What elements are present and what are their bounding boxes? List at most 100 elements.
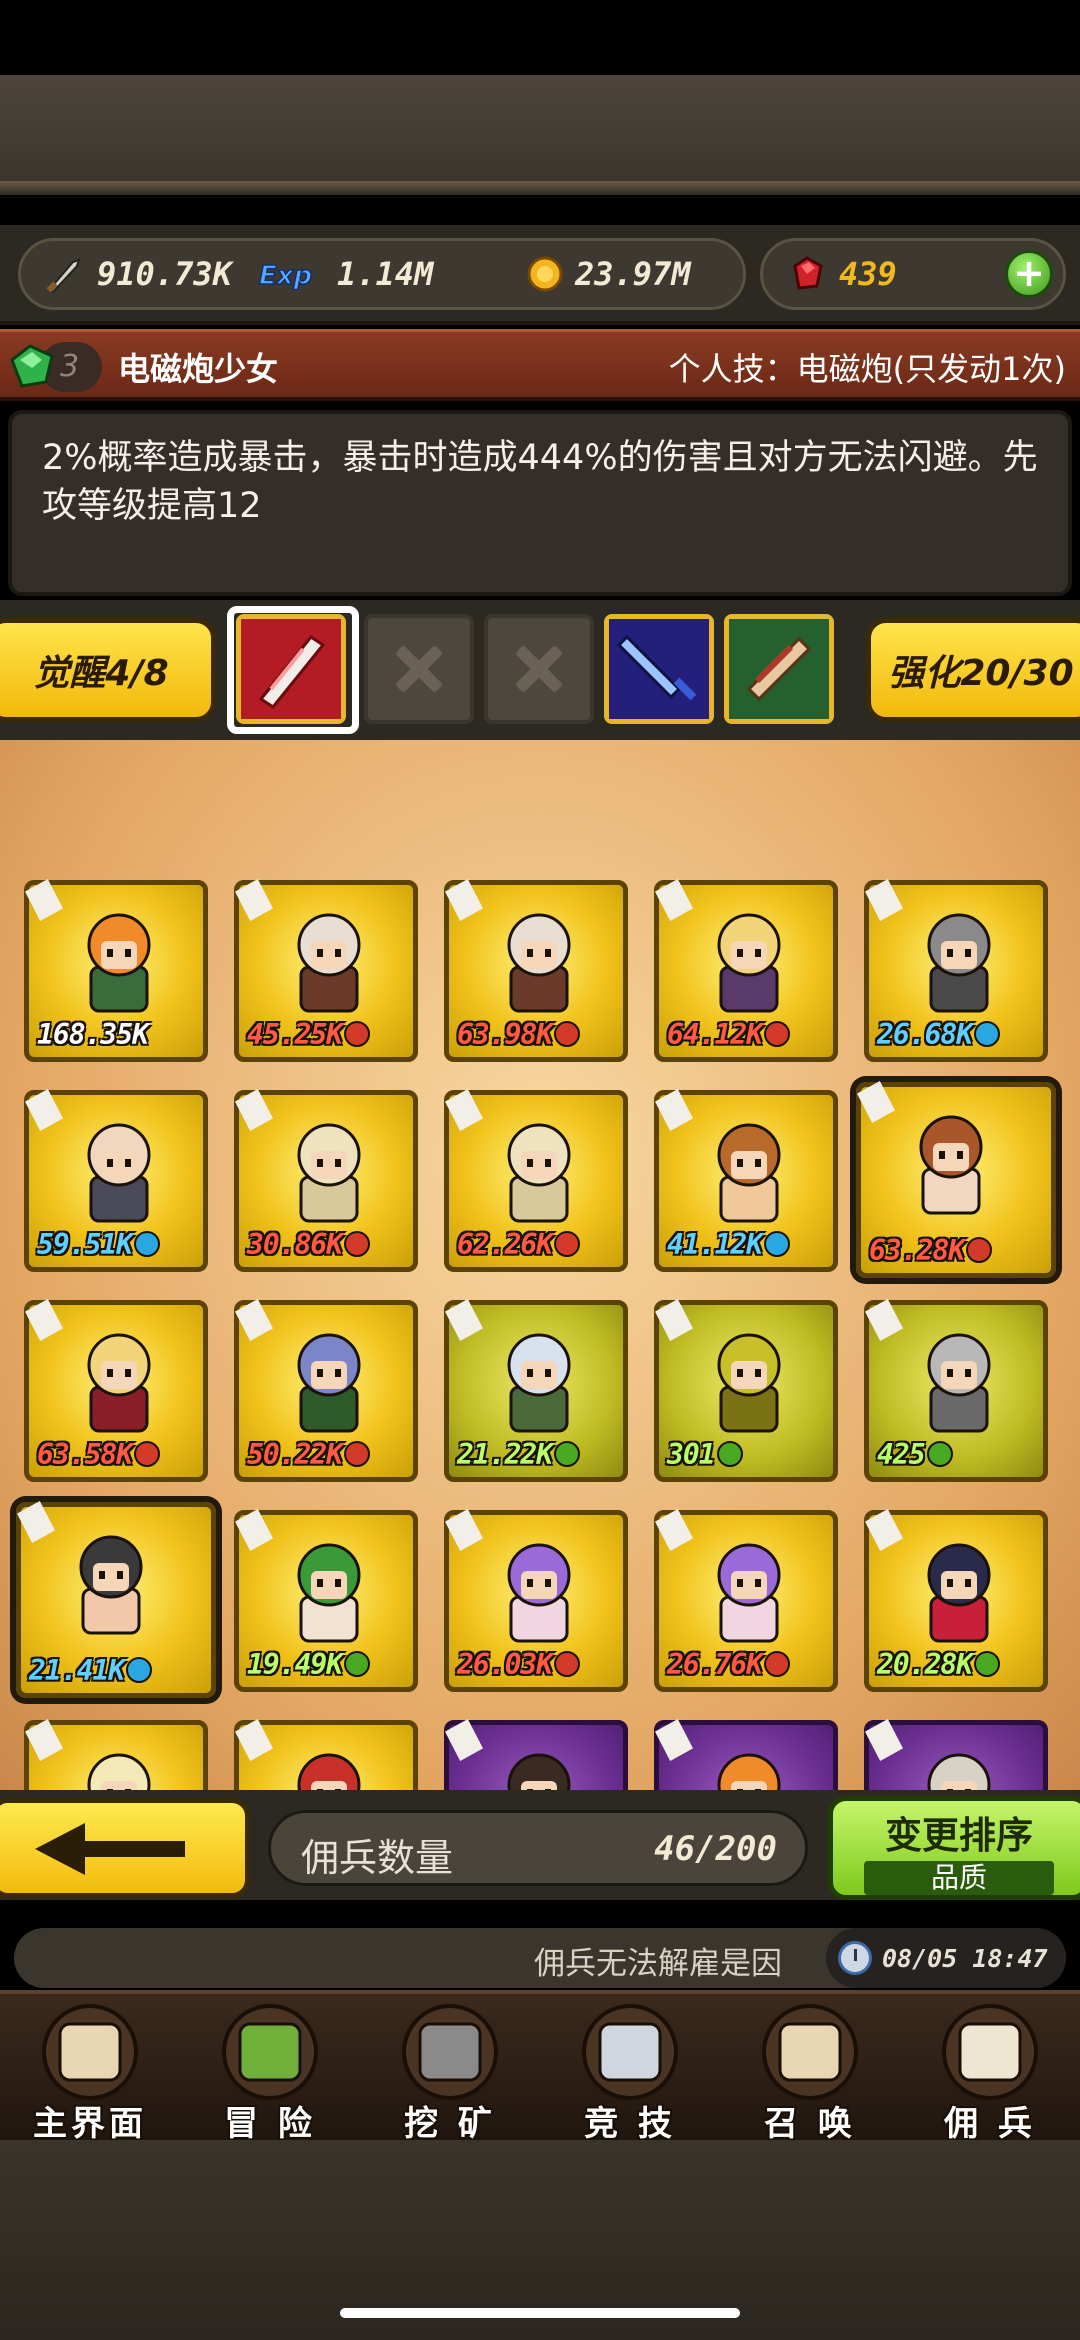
mercenary-power: 63.98K (457, 1018, 581, 1051)
mercenary-power: 64.12K (667, 1018, 791, 1051)
mercenary-card[interactable]: 26.68K (864, 879, 1048, 1062)
mercenary-card[interactable]: 301 (654, 1299, 838, 1482)
mercenary-portrait (927, 1753, 991, 1790)
clock-icon (838, 1941, 872, 1975)
mercenary-portrait (717, 1123, 781, 1223)
mercenary-portrait (507, 1333, 571, 1433)
nav-item[interactable]: 冒 险 (180, 1994, 360, 2144)
count-value: 46/200 (654, 1829, 777, 1869)
mercenary-portrait (507, 1543, 571, 1643)
mercenary-card[interactable]: 19.49K (234, 1509, 418, 1692)
mercenary-portrait (927, 913, 991, 1013)
bottom-navigation: 主界面 冒 险 挖 矿 竞 技 召 唤 佣 兵 (0, 1990, 1080, 2144)
mercenary-portrait (927, 1333, 991, 1433)
mercenary-card[interactable]: 64.12K (654, 879, 838, 1062)
equip-slot-4[interactable] (604, 614, 714, 724)
element-badge-icon (716, 1441, 743, 1467)
power-value: 63.28K (869, 1234, 965, 1267)
element-badge-icon (764, 1021, 791, 1047)
card-tag-icon (235, 1719, 273, 1761)
element-badge-icon (344, 1231, 371, 1257)
mercenary-power: 168.35K (37, 1018, 149, 1051)
nav-label: 主界面 (33, 2104, 147, 2144)
mercenary-card[interactable]: 30.86K (234, 1089, 418, 1272)
mercenary-portrait (717, 1543, 781, 1643)
equip-slot-2-empty[interactable] (364, 614, 474, 724)
mercenary-card[interactable]: 62.26K (444, 1089, 628, 1272)
mercenary-portrait (87, 1123, 151, 1223)
mercenary-card[interactable]: 346 (654, 1719, 838, 1790)
mercenary-card[interactable]: 21.41K (16, 1501, 216, 1698)
scroll-bundle-icon (729, 619, 829, 719)
mercenary-power: 59.51K (37, 1228, 161, 1261)
mercenary-portrait (297, 913, 361, 1013)
mercenary-power: 45.25K (247, 1018, 371, 1051)
equip-slot-3-empty[interactable] (484, 614, 594, 724)
power-value: 21.22K (457, 1438, 553, 1471)
mercenary-card[interactable]: 20.28K (864, 1509, 1048, 1692)
mercenary-card[interactable]: 59.51K (24, 1089, 208, 1272)
mercenary-card[interactable]: 26.76K (654, 1509, 838, 1692)
skill-header: 3 电磁炮少女 个人技：电磁炮(只发动1次) (0, 329, 1080, 401)
change-sort-button[interactable]: 变更排序 品质 (828, 1796, 1080, 1900)
attack-resource: 910.73K (43, 241, 232, 307)
nav-item[interactable]: 佣 兵 (900, 1994, 1080, 2144)
mercenary-portrait (87, 1753, 151, 1790)
power-value: 45.25K (247, 1018, 343, 1051)
awaken-button[interactable]: 觉醒4/8 (0, 618, 216, 722)
nav-item[interactable]: 主界面 (0, 1994, 180, 2144)
sword-icon (43, 252, 87, 296)
mercenary-portrait (297, 1753, 361, 1790)
mercenary-card[interactable]: 50.22K (234, 1299, 418, 1482)
enhance-button[interactable]: 强化20/30 (866, 618, 1080, 722)
home-indicator[interactable] (340, 2308, 740, 2318)
island-icon (210, 1996, 330, 2106)
nav-item[interactable]: 挖 矿 (360, 1994, 540, 2144)
nav-label: 挖 矿 (404, 2104, 496, 2144)
element-badge-icon (974, 1651, 1001, 1677)
mercenary-power: 21.22K (457, 1438, 581, 1471)
mercenary-card[interactable]: 21.22K (444, 1299, 628, 1482)
mercenary-card[interactable]: 406 (864, 1719, 1048, 1790)
mercenary-card[interactable]: 41.12K (654, 1089, 838, 1272)
time-display: 08/05 18:47 (826, 1928, 1066, 1988)
crossed-swords-icon (570, 1996, 690, 2106)
nav-item[interactable]: 召 唤 (720, 1994, 900, 2144)
mercenary-power: 26.68K (877, 1018, 1001, 1051)
mercenary-power: 41.12K (667, 1228, 791, 1261)
power-value: 301 (667, 1438, 716, 1471)
arrow-left-icon (35, 1823, 185, 1875)
mercenary-card[interactable]: 45.25K (234, 879, 418, 1062)
power-value: 425 (877, 1438, 926, 1471)
mercenary-card[interactable]: 63.28K (856, 1081, 1056, 1278)
card-tag-icon (655, 1089, 693, 1131)
mercenary-card[interactable]: 529 (444, 1719, 628, 1790)
mercenary-card[interactable]: 168.35K (24, 879, 208, 1062)
mercenary-power: 301 (667, 1438, 743, 1471)
card-tag-icon (25, 1299, 63, 1341)
card-tag-icon (235, 879, 273, 921)
sort-title: 变更排序 (885, 1814, 1033, 1857)
back-button[interactable] (0, 1798, 250, 1898)
tent-icon (930, 1996, 1050, 2106)
nav-item[interactable]: 竞 技 (540, 1994, 720, 2144)
mercenary-grid: 168.35K 45.25K 63.98K 64.12K 26.68K 59.51K 30.… (0, 740, 1080, 1790)
mercenary-card[interactable]: 26.03K (444, 1509, 628, 1692)
equip-slot-5[interactable] (724, 614, 834, 724)
mercenary-card[interactable]: 425 (864, 1299, 1048, 1482)
power-value: 63.98K (457, 1018, 553, 1051)
gold-coin-icon (521, 252, 565, 296)
awaken-row: 觉醒4/8 强化20/30 (0, 600, 1080, 740)
news-ticker: 佣兵无法解雇是因 08/05 18:47 (14, 1928, 1066, 1988)
power-value: 59.51K (37, 1228, 133, 1261)
gold-resource: 23.97M (521, 241, 691, 307)
element-badge-icon (966, 1237, 993, 1263)
mercenary-card[interactable]: 19.74K (24, 1719, 208, 1790)
mercenary-card[interactable]: 63.98K (444, 879, 628, 1062)
add-gems-button[interactable]: + (1005, 250, 1053, 298)
mercenary-card[interactable]: 63.58K (24, 1299, 208, 1482)
mercenary-power: 26.03K (457, 1648, 581, 1681)
mercenary-card[interactable]: 16.49K (234, 1719, 418, 1790)
card-tag-icon (235, 1299, 273, 1341)
power-value: 50.22K (247, 1438, 343, 1471)
